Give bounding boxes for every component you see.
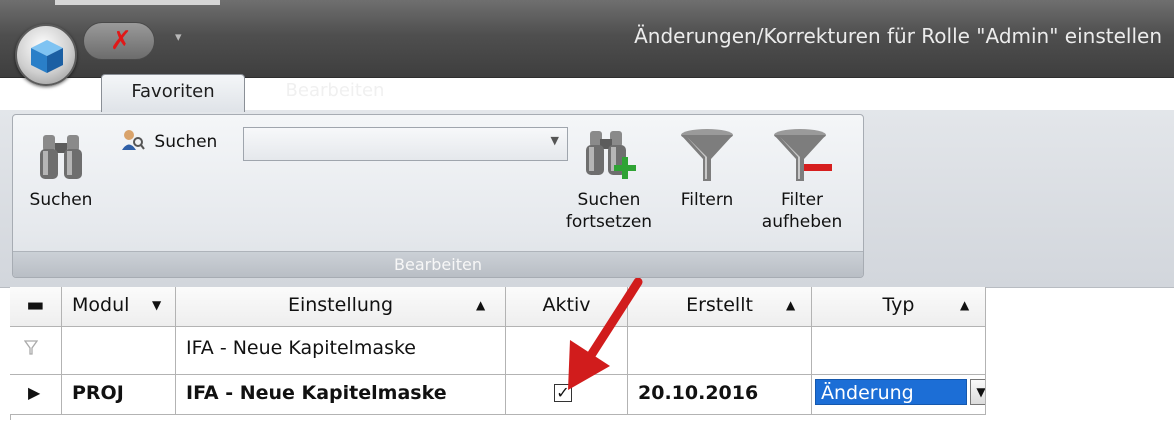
aktiv-checkbox[interactable]: ✓ bbox=[554, 384, 572, 402]
binoculars-plus-icon bbox=[586, 131, 636, 179]
cell-aktiv[interactable]: ✓ bbox=[506, 375, 628, 415]
grid-header-row: ▬ Modul ▼ Einstellung ▲ Aktiv Erstellt ▲… bbox=[10, 287, 986, 327]
ribbon-group-label: Bearbeiten bbox=[13, 251, 863, 277]
typ-select[interactable]: Änderung bbox=[815, 379, 967, 405]
column-header-einstellung[interactable]: Einstellung ▲ bbox=[176, 287, 506, 327]
filter-label: Filtern bbox=[680, 190, 734, 210]
tab-bearbeiten[interactable]: Bearbeiten bbox=[265, 74, 405, 112]
ribbon: Suchen Suchen ▼ Suchen fortsetzen Filter… bbox=[0, 110, 1174, 288]
sort-asc-icon[interactable]: ▲ bbox=[786, 287, 795, 323]
filter-cell-erstellt[interactable] bbox=[628, 327, 812, 375]
table-row[interactable]: ▶ PROJ IFA - Neue Kapitelmaske ✓ 20.10.2… bbox=[10, 375, 986, 415]
filter-button[interactable]: Filtern bbox=[671, 127, 743, 211]
quick-access-strip bbox=[55, 0, 220, 5]
column-header-aktiv[interactable]: Aktiv bbox=[506, 287, 628, 327]
user-search-icon bbox=[122, 130, 145, 150]
title-bar: ✗ ▾ Änderungen/Korrekturen für Rolle "Ad… bbox=[0, 0, 1174, 78]
search-combo[interactable]: ▼ bbox=[243, 127, 568, 161]
remove-filter-button[interactable]: Filter aufheben bbox=[751, 127, 853, 233]
filter-cell-typ[interactable] bbox=[812, 327, 986, 375]
row-indicator: ▶ bbox=[10, 375, 62, 415]
column-header-typ[interactable]: Typ ▲ bbox=[812, 287, 986, 327]
column-header-modul[interactable]: Modul ▼ bbox=[62, 287, 176, 327]
close-button[interactable]: ✗ bbox=[83, 22, 155, 60]
tab-favoriten[interactable]: Favoriten bbox=[101, 74, 245, 112]
search-button-label: Suchen bbox=[29, 190, 93, 210]
data-grid: ▬ Modul ▼ Einstellung ▲ Aktiv Erstellt ▲… bbox=[10, 287, 986, 420]
filter-row-indicator bbox=[10, 327, 62, 375]
cell-modul[interactable]: PROJ bbox=[62, 375, 176, 415]
app-cube-icon bbox=[31, 40, 63, 73]
search-small-label: Suchen bbox=[154, 132, 218, 152]
binoculars-icon bbox=[40, 135, 82, 179]
search-small-button[interactable]: Suchen bbox=[121, 129, 217, 152]
sort-desc-icon[interactable]: ▼ bbox=[152, 287, 161, 323]
cell-typ[interactable]: Änderung ▼ bbox=[812, 375, 986, 415]
filter-row: IFA - Neue Kapitelmaske bbox=[10, 327, 986, 375]
filter-row-icon bbox=[23, 340, 39, 355]
select-all-button[interactable]: ▬ bbox=[10, 287, 62, 327]
column-header-erstellt[interactable]: Erstellt ▲ bbox=[628, 287, 812, 327]
quick-access-dropdown[interactable]: ▾ bbox=[175, 30, 182, 45]
funnel-icon bbox=[681, 129, 733, 181]
filter-cell-modul[interactable] bbox=[62, 327, 176, 375]
current-row-icon: ▶ bbox=[28, 383, 41, 402]
ribbon-group-bearbeiten: Suchen Suchen ▼ Suchen fortsetzen Filter… bbox=[12, 114, 864, 278]
remove-filter-label: Filter aufheben bbox=[761, 190, 843, 232]
funnel-remove-icon bbox=[774, 129, 832, 181]
cell-einstellung[interactable]: IFA - Neue Kapitelmaske bbox=[176, 375, 506, 415]
sort-asc-icon[interactable]: ▲ bbox=[476, 287, 485, 323]
continue-search-label: Suchen fortsetzen bbox=[565, 190, 653, 232]
search-button[interactable]: Suchen bbox=[23, 131, 99, 211]
continue-search-button[interactable]: Suchen fortsetzen bbox=[553, 127, 665, 233]
application-menu-button[interactable] bbox=[15, 24, 77, 86]
sort-asc-icon[interactable]: ▲ bbox=[960, 287, 969, 323]
window-title: Änderungen/Korrekturen für Rolle "Admin"… bbox=[634, 24, 1162, 48]
filter-cell-aktiv[interactable] bbox=[506, 327, 628, 375]
close-icon: ✗ bbox=[110, 26, 132, 56]
filter-cell-einstellung[interactable]: IFA - Neue Kapitelmaske bbox=[176, 327, 506, 375]
cell-erstellt[interactable]: 20.10.2016 bbox=[628, 375, 812, 415]
chevron-down-icon[interactable]: ▼ bbox=[970, 379, 985, 405]
minus-icon: ▬ bbox=[26, 294, 45, 316]
